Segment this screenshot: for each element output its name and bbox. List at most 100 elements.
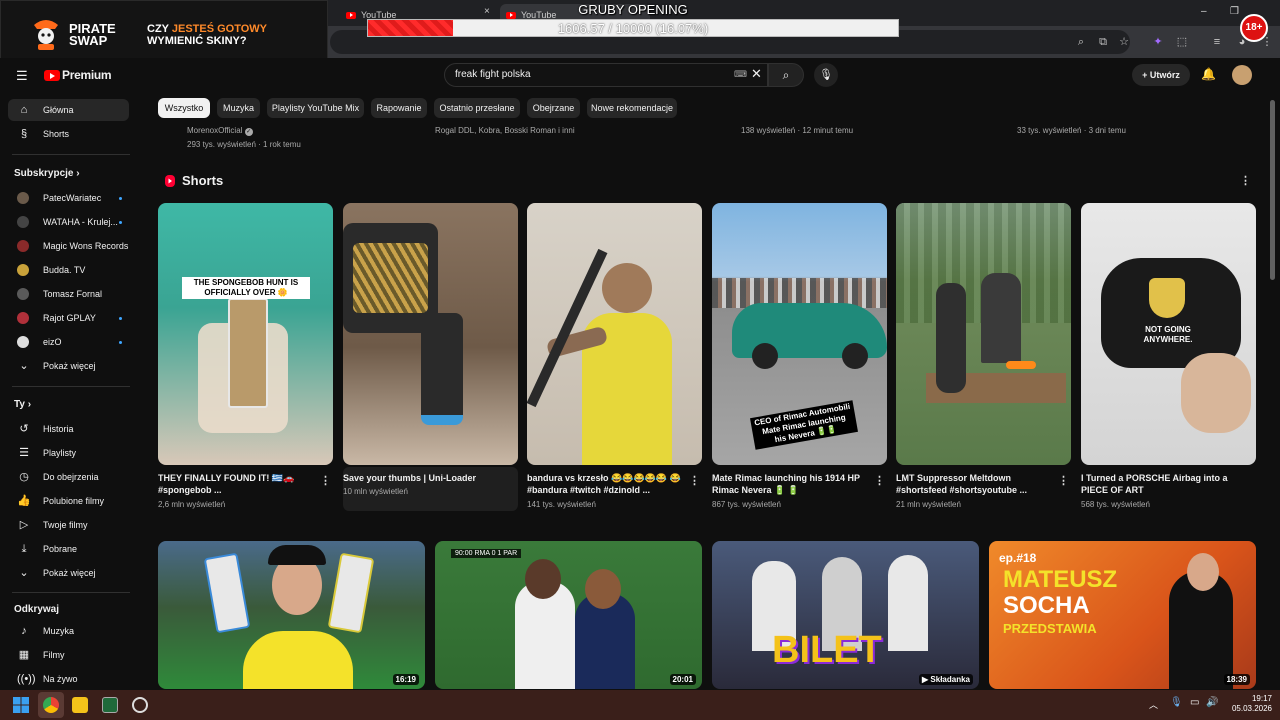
video-thumbnail[interactable]: 90:00 RMA 0 1 PAR 20:01 [435, 541, 702, 689]
more-options-icon[interactable]: ⋮ [1058, 474, 1069, 487]
sidebar-item-movies[interactable]: ▦ Filmy [8, 644, 129, 666]
short-views: 2,6 mln wyświetleń [158, 500, 226, 509]
home-icon: ⌂ [20, 104, 28, 116]
chrome-icon[interactable] [43, 697, 59, 713]
taskbar-clock[interactable]: 19:17 05.03.2026 [1222, 694, 1272, 714]
clear-search-icon[interactable]: ✕ [751, 66, 762, 82]
chevron-right-icon: › [27, 399, 32, 410]
short-caption: THE SPONGEBOB HUNT IS OFFICIALLY OVER 🌼 [182, 277, 310, 299]
sidebar-sub-item[interactable]: WATAHA - Kruleј... [8, 211, 129, 233]
extensions-puzzle-icon[interactable]: ⬚ [1175, 35, 1189, 49]
sidebar-item-your-videos[interactable]: ▷ Twoje filmy [8, 514, 129, 536]
channel-avatar [17, 240, 29, 252]
sidebar-sub-item[interactable]: Tomasz Fornal [8, 283, 129, 305]
divider [12, 592, 130, 593]
sidebar-item-music[interactable]: ♪ Muzyka [8, 620, 129, 642]
video-thumbnail[interactable]: 16:19 [158, 541, 425, 689]
short-title[interactable]: Mate Rimac launching his 1914 HP Rimac N… [712, 472, 867, 496]
video-thumbnail[interactable]: BILET ▶ Składanka [712, 541, 979, 689]
close-tab-icon[interactable]: × [484, 6, 490, 17]
more-options-icon[interactable]: ⋮ [874, 474, 885, 487]
bookmark-star-icon[interactable]: ☆ [1117, 35, 1131, 49]
chip-recently-uploaded[interactable]: Ostatnio przesłane [434, 98, 520, 118]
zoom-icon[interactable]: ⌕ [1074, 35, 1088, 49]
sidebar-sub-item[interactable]: Magic Wons Records [8, 235, 129, 257]
sidebar-item-watch-later[interactable]: ◷ Do obejrzenia [8, 466, 129, 488]
thumbs-up-icon: 👍 [17, 495, 31, 507]
sidebar-show-more-you[interactable]: ⌄ Pokaż więcej [8, 562, 129, 584]
sidebar-show-more-subs[interactable]: ⌄ Pokaż więcej [8, 355, 129, 377]
hamburger-menu-icon[interactable]: ☰ [16, 68, 28, 84]
sidebar-item-home[interactable]: ⌂ Główna [8, 99, 129, 121]
reading-list-icon[interactable]: ≡ [1210, 35, 1224, 49]
file-explorer-icon[interactable] [72, 697, 88, 713]
short-thumbnail[interactable] [527, 203, 702, 465]
extension-icon[interactable]: ✦ [1151, 35, 1165, 49]
microphone-tray-icon[interactable]: 🎙 [1170, 697, 1183, 708]
sidebar-item-history[interactable]: ↺ Historia [8, 418, 129, 440]
new-content-dot [119, 317, 122, 320]
keyboard-icon[interactable]: ⌨ [734, 69, 747, 80]
create-button[interactable]: + Utwórz [1132, 64, 1190, 86]
stream-title: GRUBY OPENING [578, 2, 688, 17]
chip-watched[interactable]: Obejrzane [527, 98, 580, 118]
you-heading[interactable]: Ty › [14, 399, 31, 410]
microphone-icon: 🎙 [819, 69, 833, 81]
sidebar-item-live[interactable]: ((•)) Na żywo [8, 668, 129, 690]
chip-youtube-mix[interactable]: Playlisty YouTube Mix [267, 98, 364, 118]
notifications-bell-icon[interactable]: 🔔 [1201, 67, 1216, 81]
short-title[interactable]: Save your thumbs | Uni-Loader [343, 472, 498, 484]
sidebar-item-playlists[interactable]: ☰ Playlisty [8, 442, 129, 464]
film-icon: ▦ [18, 649, 30, 661]
short-thumbnail[interactable] [343, 203, 518, 465]
short-thumbnail[interactable]: THE SPONGEBOB HUNT IS OFFICIALLY OVER 🌼 [158, 203, 333, 465]
subscriptions-heading[interactable]: Subskrypcje › [14, 168, 80, 179]
chip-music[interactable]: Muzyka [217, 98, 260, 118]
explore-heading: Odkrywaj [14, 604, 60, 615]
sidebar-sub-item[interactable]: eizO [8, 331, 129, 353]
short-thumbnail[interactable] [896, 203, 1071, 465]
maximize-icon[interactable]: ❐ [1230, 6, 1239, 17]
sidebar-item-downloads[interactable]: ⤓ Pobrane [8, 538, 129, 560]
search-input[interactable]: freak fight polska [444, 63, 768, 87]
tray-chevron-up-icon[interactable]: ︿ [1149, 698, 1158, 711]
scrollbar-thumb[interactable] [1270, 100, 1275, 280]
more-options-icon[interactable]: ⋮ [689, 474, 700, 487]
sidebar-sub-item[interactable]: Budda. TV [8, 259, 129, 281]
chip-new-recommendations[interactable]: Nowe rekomendacje [587, 98, 677, 118]
channel-avatar [17, 288, 29, 300]
video-meta: Rogal DDL, Kobra, Bosski Roman i inni [435, 126, 575, 135]
short-title[interactable]: LMT Suppressor Meltdown #shortsfeed #sho… [896, 472, 1051, 496]
sidebar-sub-item[interactable]: Rajot GPLAY [8, 307, 129, 329]
sidebar-item-liked[interactable]: 👍 Polubione filmy [8, 490, 129, 512]
youtube-logo-icon[interactable] [44, 70, 60, 81]
avatar[interactable] [1232, 65, 1252, 85]
youtube-premium-logo[interactable]: Premium [62, 68, 112, 82]
sidebar-sub-item[interactable]: PatecWariatec [8, 187, 129, 209]
short-title[interactable]: I Turned a PORSCHE Airbag into a PIECE O… [1081, 472, 1236, 496]
cast-icon[interactable]: ⧉ [1096, 35, 1110, 49]
chip-all[interactable]: Wszystko [158, 98, 210, 118]
short-title[interactable]: THEY FINALLY FOUND IT! 🇬🇷🚗 #spongebob ..… [158, 472, 313, 496]
short-title[interactable]: bandura vs krzesło 😂😂😂😂😂 😂 #bandura #twi… [527, 472, 682, 496]
terminal-icon[interactable] [102, 697, 118, 713]
more-options-icon[interactable]: ⋮ [320, 474, 331, 487]
voice-search-button[interactable]: 🎙 [814, 63, 838, 87]
network-icon[interactable]: ▭ [1190, 697, 1199, 708]
sidebar-item-shorts[interactable]: § Shorts [8, 123, 129, 145]
app-icon[interactable] [132, 697, 148, 713]
shorts-heading: Shorts [182, 173, 224, 188]
volume-icon[interactable]: 🔊 [1206, 697, 1218, 708]
more-options-icon[interactable]: ⋮ [1240, 174, 1251, 187]
video-thumbnail[interactable]: ep.#18 MATEUSZ SOCHA PRZEDSTAWIA 18:39 [989, 541, 1256, 689]
score-overlay: 90:00 RMA 0 1 PAR [451, 549, 522, 558]
channel-name[interactable]: MorenoxOfficial ✓ [187, 126, 253, 136]
video-duration: 16:19 [392, 674, 419, 685]
short-thumbnail[interactable]: CEO of Rimac Automobili Mate Rimac launc… [712, 203, 887, 465]
chip-rap[interactable]: Rapowanie [371, 98, 427, 118]
minimize-icon[interactable]: – [1201, 6, 1207, 17]
windows-taskbar [0, 690, 1280, 720]
search-button[interactable]: ⌕ [768, 63, 804, 87]
windows-start-icon[interactable] [13, 697, 29, 713]
short-thumbnail[interactable]: NOT GOING ANYWHERE. [1081, 203, 1256, 465]
